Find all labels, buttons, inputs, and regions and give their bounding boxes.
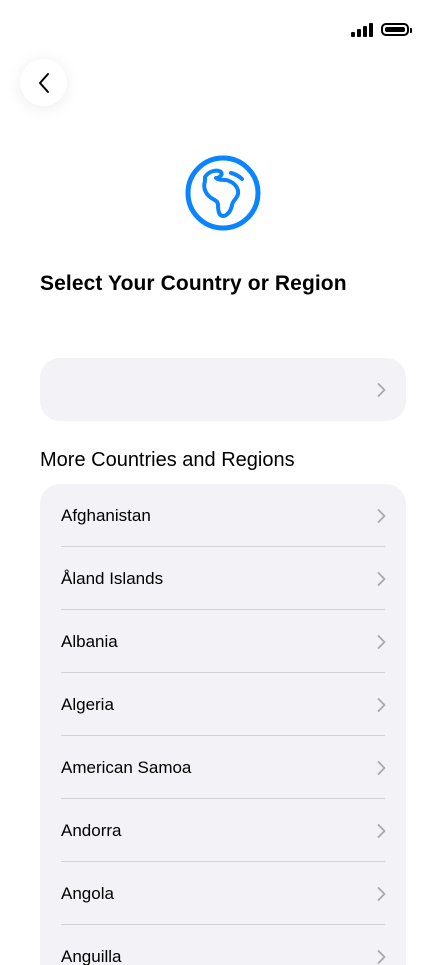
chevron-right-icon <box>377 949 386 964</box>
country-item-angola[interactable]: Angola <box>40 862 406 925</box>
country-item-aland-islands[interactable]: Åland Islands <box>40 547 406 610</box>
country-item-andorra[interactable]: Andorra <box>40 799 406 862</box>
page-title: Select Your Country or Region <box>40 272 347 295</box>
current-country-row[interactable] <box>40 358 406 421</box>
country-item-anguilla[interactable]: Anguilla <box>40 925 406 965</box>
globe-africa-icon <box>185 155 261 231</box>
country-label: American Samoa <box>61 757 192 777</box>
back-button[interactable] <box>20 59 67 106</box>
country-list: Afghanistan Åland Islands Albania Algeri… <box>40 484 406 965</box>
cellular-signal-icon <box>351 21 373 37</box>
country-label: Angola <box>61 883 114 903</box>
chevron-right-icon <box>377 382 386 397</box>
country-item-albania[interactable]: Albania <box>40 610 406 673</box>
chevron-right-icon <box>377 886 386 901</box>
chevron-right-icon <box>377 823 386 838</box>
country-label: Afghanistan <box>61 505 151 525</box>
chevron-right-icon <box>377 760 386 775</box>
country-label: Åland Islands <box>61 568 164 588</box>
country-item-algeria[interactable]: Algeria <box>40 673 406 736</box>
country-label: Albania <box>61 631 118 651</box>
chevron-right-icon <box>377 571 386 586</box>
country-item-american-samoa[interactable]: American Samoa <box>40 736 406 799</box>
chevron-left-icon <box>38 72 49 93</box>
chevron-right-icon <box>377 634 386 649</box>
country-label: Algeria <box>61 694 114 714</box>
status-bar <box>351 18 412 40</box>
country-label: Andorra <box>61 820 122 840</box>
country-label: Anguilla <box>61 946 122 965</box>
section-title: More Countries and Regions <box>40 449 295 471</box>
battery-icon <box>381 22 412 36</box>
chevron-right-icon <box>377 508 386 523</box>
chevron-right-icon <box>377 697 386 712</box>
country-item-afghanistan[interactable]: Afghanistan <box>40 484 406 547</box>
